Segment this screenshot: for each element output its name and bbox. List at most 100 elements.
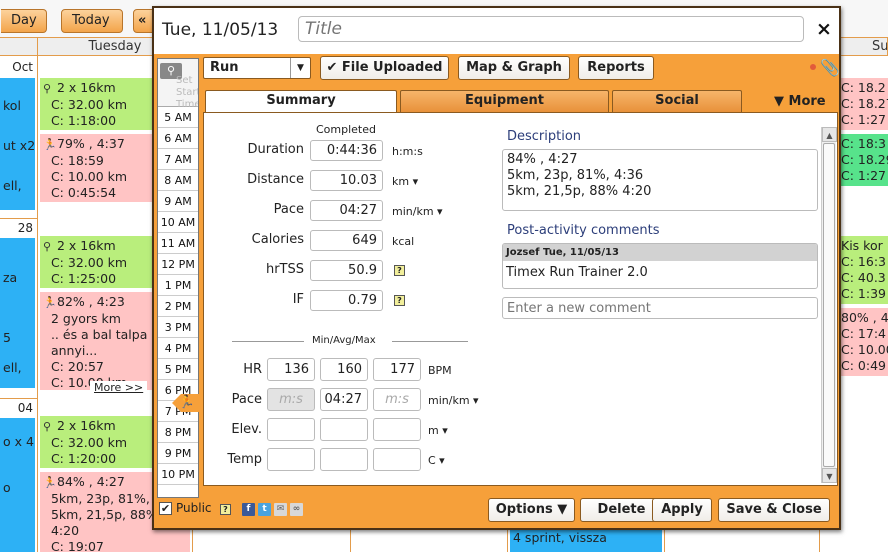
time-slot[interactable]: 7 AM	[158, 149, 198, 170]
workout-card[interactable]: za 5 ell,	[0, 238, 35, 388]
more-link[interactable]: More >>	[90, 381, 148, 394]
description-textarea[interactable]: 84% , 4:27 5km, 23p, 81%, 4:36 5km, 21,5…	[502, 149, 818, 211]
unit-label[interactable]: m ▾	[428, 424, 448, 437]
avg-input[interactable]: 160	[320, 358, 368, 381]
title-input[interactable]	[298, 16, 804, 42]
time-slot[interactable]: 10 AM	[158, 212, 198, 233]
time-slot[interactable]: 6 AM	[158, 128, 198, 149]
workout-card[interactable]: Kis kor C: 16:3 C: 40.3 C: 1:39	[838, 236, 888, 304]
set-start-time-label: Set Start Time	[176, 75, 199, 110]
close-icon[interactable]: ×	[816, 18, 832, 40]
time-slot[interactable]: 9 PM	[158, 443, 198, 464]
grid-row-label: HR	[243, 362, 262, 377]
apply-button[interactable]: Apply	[652, 498, 712, 522]
field-input[interactable]: 0:44:36	[310, 140, 383, 161]
unit-label[interactable]: km ▾	[392, 175, 418, 188]
unit-label[interactable]: min/km ▾	[392, 205, 443, 218]
chevron-down-icon: ▼	[290, 58, 310, 78]
scroll-thumb[interactable]	[823, 143, 835, 467]
time-slot[interactable]: 5 PM	[158, 359, 198, 380]
time-slot[interactable]: 12 PM	[158, 254, 198, 275]
card-line: C: 1:27	[841, 168, 886, 183]
time-slot[interactable]: 1 PM	[158, 275, 198, 296]
map-graph-button[interactable]: Map & Graph	[458, 56, 570, 80]
file-uploaded-button[interactable]: ✔ File Uploaded	[320, 56, 449, 80]
date-label: 04	[0, 398, 37, 416]
avg-input[interactable]	[320, 418, 368, 441]
card-text: ell,	[3, 360, 22, 375]
email-icon[interactable]: ✉	[274, 503, 287, 516]
runner-icon: 🏃	[43, 476, 57, 489]
tab-social[interactable]: Social	[612, 90, 742, 112]
time-slot[interactable]: 10 PM	[158, 464, 198, 485]
time-slot[interactable]: 8 AM	[158, 170, 198, 191]
paperclip-icon[interactable]: 📎	[820, 58, 840, 77]
avg-input[interactable]	[320, 448, 368, 471]
card-line: C: 10.00	[841, 342, 888, 357]
avg-input[interactable]: 04:27	[320, 388, 368, 411]
workout-card[interactable]: C: 18.2 C: 18.27 C: 1:27	[838, 78, 888, 130]
time-slot[interactable]: 2 PM	[158, 296, 198, 317]
workout-card[interactable]: o x 4 o	[0, 418, 35, 552]
unit-label[interactable]: C ▾	[428, 454, 445, 467]
min-input[interactable]: m:s	[267, 388, 315, 411]
more-tabs-button[interactable]: ▼ More	[774, 94, 826, 109]
comment-text: Timex Run Trainer 2.0	[506, 265, 648, 280]
monday-column-header	[0, 38, 38, 56]
time-slot[interactable]: 4 PM	[158, 338, 198, 359]
day-view-button[interactable]: Day	[1, 9, 47, 33]
options-button[interactable]: Options ▼	[488, 498, 575, 522]
facebook-icon[interactable]: f	[242, 503, 255, 516]
reports-button[interactable]: Reports	[578, 56, 654, 80]
help-icon[interactable]: ?	[220, 504, 231, 515]
field-label: Calories	[251, 232, 304, 247]
sport-select[interactable]: Run ▼	[203, 57, 311, 79]
field-input[interactable]: 649	[310, 230, 383, 251]
save-close-button[interactable]: Save & Close	[718, 498, 830, 522]
max-input[interactable]: 177	[373, 358, 421, 381]
runner-icon: 🏃	[43, 296, 57, 309]
time-slot[interactable]: 3 PM	[158, 317, 198, 338]
min-input[interactable]	[267, 448, 315, 471]
grid-row-label: Temp	[227, 452, 262, 467]
divider	[392, 341, 468, 342]
tab-summary[interactable]: Summary	[205, 90, 397, 113]
card-text: kol	[3, 98, 21, 113]
unit-label: BPM	[428, 364, 452, 377]
scrollbar[interactable]: ▲ ▼	[821, 127, 837, 483]
max-input[interactable]	[373, 448, 421, 471]
time-slot[interactable]: 11 AM	[158, 233, 198, 254]
public-checkbox[interactable]: ✔	[159, 502, 172, 515]
status-dot	[810, 64, 816, 70]
field-input[interactable]: 50.9	[310, 260, 383, 281]
card-line: C: 18.2	[841, 80, 886, 95]
time-slot[interactable]: 8 PM	[158, 422, 198, 443]
field-label: Duration	[247, 142, 304, 157]
delete-button[interactable]: Delete	[580, 498, 663, 522]
field-input[interactable]: 10.03	[310, 170, 383, 191]
unit-label[interactable]: min/km ▾	[428, 394, 479, 407]
help-icon[interactable]: ?	[394, 295, 405, 306]
workout-card[interactable]: kol ut x2 ell,	[0, 78, 35, 210]
new-comment-input[interactable]	[502, 297, 818, 319]
scroll-down-icon[interactable]: ▼	[822, 468, 837, 483]
max-input[interactable]	[373, 418, 421, 441]
max-input[interactable]: m:s	[373, 388, 421, 411]
monday-column: Oct 21 kol ut x2 ell, 28 za 5 ell, 04 o …	[0, 56, 38, 552]
min-input[interactable]	[267, 418, 315, 441]
field-input[interactable]: 04:27	[310, 200, 383, 221]
start-time-picker[interactable]: ⚲ Set Start Time 5 AM 6 AM 7 AM 8 AM 9 AM 10 …	[157, 58, 199, 498]
field-label: IF	[292, 292, 304, 307]
field-input[interactable]: 0.79	[310, 290, 383, 311]
time-slot[interactable]: 9 AM	[158, 191, 198, 212]
description-line: 5km, 23p, 81%, 4:36	[507, 168, 644, 183]
tab-equipment[interactable]: Equipment	[400, 90, 609, 112]
help-icon[interactable]: ?	[394, 265, 405, 276]
link-icon[interactable]: ∞	[290, 503, 303, 516]
workout-card[interactable]: 80% , 4 C: 17:4 C: 10.00 C: 0:49	[838, 308, 888, 376]
scroll-up-icon[interactable]: ▲	[822, 127, 837, 142]
twitter-icon[interactable]: t	[258, 503, 271, 516]
today-button[interactable]: Today	[61, 9, 123, 33]
workout-card[interactable]: C: 18:3 C: 18.29 C: 1:27	[838, 134, 888, 186]
min-input[interactable]: 136	[267, 358, 315, 381]
